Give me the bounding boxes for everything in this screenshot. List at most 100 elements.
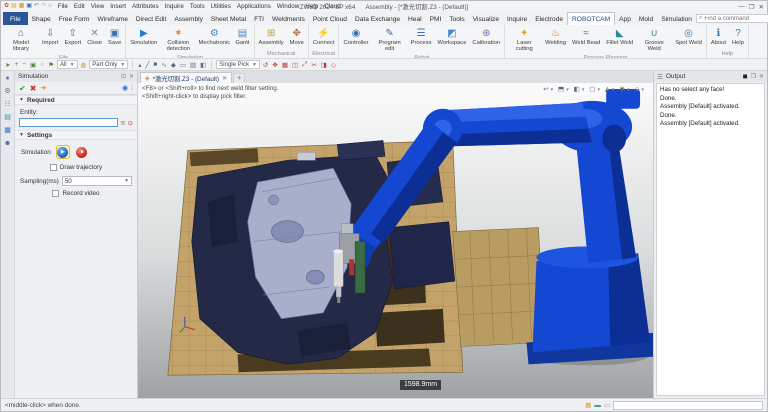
menu-item[interactable]: Inquire bbox=[162, 3, 187, 10]
ribbon-tool-workspace[interactable]: ◩Workspace bbox=[435, 26, 470, 48]
save-quick-icon[interactable]: ▣ bbox=[26, 3, 32, 10]
output-float-icon[interactable]: ❐ bbox=[751, 73, 756, 80]
entity-input[interactable] bbox=[19, 118, 118, 127]
section-view-icon[interactable]: ◭▼ bbox=[605, 85, 615, 93]
ribbon-tool-simulation[interactable]: ▶Simulation bbox=[127, 26, 160, 48]
panel-close-icon[interactable]: ✕ bbox=[129, 73, 134, 80]
filter-dropdown[interactable]: All▼ bbox=[57, 60, 78, 69]
menu-item[interactable]: Utilities bbox=[208, 3, 234, 10]
menu-item[interactable]: Window bbox=[274, 3, 302, 10]
panel-menu-icon[interactable]: ⁞ bbox=[131, 85, 133, 92]
appearance-icon[interactable]: ⬙▼ bbox=[635, 85, 645, 93]
output-menu-icon[interactable]: ☰ bbox=[657, 73, 663, 81]
ribbon-tool-welding[interactable]: ♨Welding bbox=[542, 26, 569, 48]
ribbon-tool-fillet-weld[interactable]: ◣Fillet Weld bbox=[603, 26, 636, 48]
ribbon-tool-mechatronic[interactable]: ⚙Mechatronic bbox=[196, 26, 232, 48]
gallery-manager-icon[interactable]: ▦ bbox=[3, 126, 13, 136]
new-document-tab[interactable]: + bbox=[233, 73, 245, 83]
visibility-icon[interactable]: ◉▼ bbox=[619, 85, 630, 93]
ribbon-tab[interactable]: Mold bbox=[635, 12, 657, 25]
mirror-icon[interactable]: ◫ bbox=[291, 61, 299, 69]
scale-icon[interactable]: ⤢ bbox=[301, 61, 308, 69]
ribbon-tab[interactable]: Free Form bbox=[55, 12, 94, 25]
ok-button[interactable]: ✔ bbox=[19, 84, 26, 93]
cancel-button[interactable]: ✖ bbox=[30, 84, 37, 93]
document-tab[interactable]: ◈ *激光切割.Z3 - (Default) ✕ bbox=[140, 72, 232, 83]
apply-button[interactable]: ➔ bbox=[40, 84, 46, 92]
panel-float-icon[interactable]: ⊡ bbox=[121, 73, 126, 80]
ribbon-tab[interactable]: Electrode bbox=[531, 12, 567, 25]
remove-select-icon[interactable]: − bbox=[21, 61, 27, 69]
wireframe-mode-icon[interactable]: ▢▼ bbox=[589, 85, 601, 93]
sampling-dropdown[interactable]: 50 ▼ bbox=[62, 176, 132, 186]
stop-simulation-button[interactable]: ■ bbox=[75, 145, 89, 159]
viewport-3d-scene[interactable]: <F8> or <Shift+roll> to find next weld f… bbox=[138, 83, 653, 398]
ribbon-tab[interactable]: File bbox=[3, 12, 28, 25]
menu-item[interactable]: Help bbox=[302, 3, 321, 10]
add-select-icon[interactable]: + bbox=[13, 61, 19, 69]
filter-curve-icon[interactable]: ∿ bbox=[160, 61, 167, 69]
ribbon-tool-groove-weld[interactable]: ∪Groove Weld bbox=[636, 26, 672, 54]
tree-manager-icon[interactable]: ☷ bbox=[3, 100, 13, 110]
menu-item[interactable]: Edit bbox=[71, 3, 88, 10]
lasso-select-icon[interactable]: ○ bbox=[39, 61, 45, 69]
output-log[interactable]: Has no select any face!Done.Assembly [De… bbox=[656, 83, 765, 396]
draw-trajectory-checkbox[interactable] bbox=[50, 164, 57, 171]
output-close-icon[interactable]: ✕ bbox=[759, 73, 764, 80]
command-search[interactable]: ⌕ bbox=[696, 14, 768, 23]
ribbon-tab[interactable]: Weldments bbox=[268, 12, 309, 25]
pick-flag-icon[interactable]: ⚑ bbox=[47, 61, 55, 69]
ribbon-tab[interactable]: Shape bbox=[28, 12, 55, 25]
required-section-header[interactable]: ▼ Required bbox=[15, 95, 137, 105]
ribbon-tab[interactable]: Visualize bbox=[469, 12, 503, 25]
ribbon-tool-spot-weld[interactable]: ◎Spot Weld bbox=[672, 26, 705, 48]
scope-globe-icon[interactable]: ◍ bbox=[80, 61, 88, 69]
undo-view-icon[interactable]: ↩▼ bbox=[543, 85, 554, 93]
output-record-icon[interactable]: ◼ bbox=[743, 73, 748, 80]
tab-close-icon[interactable]: ✕ bbox=[222, 75, 227, 82]
mechanism-manager-icon[interactable]: ⚙ bbox=[3, 87, 13, 97]
dynamic-move-icon[interactable]: ✥ bbox=[271, 61, 278, 69]
ribbon-tool-collision-detection[interactable]: ✶Collision detection bbox=[160, 26, 196, 54]
minimize-icon[interactable]: — bbox=[738, 3, 745, 11]
filter-edge-icon[interactable]: ╱ bbox=[145, 61, 151, 69]
menu-item[interactable]: Cloud bbox=[321, 3, 343, 10]
layer-toggle-icon[interactable]: ▬ bbox=[594, 402, 601, 409]
snap-toggle-icon[interactable]: ▭ bbox=[604, 401, 610, 409]
ribbon-tool-model-library[interactable]: ⌂Model library bbox=[3, 26, 39, 54]
ribbon-tab[interactable]: Simulation bbox=[657, 12, 696, 25]
menu-item[interactable]: Insert bbox=[107, 3, 129, 10]
maximize-icon[interactable]: ❐ bbox=[749, 3, 755, 11]
ribbon-tool-calibration[interactable]: ⊕Calibration bbox=[469, 26, 503, 48]
pick-arrow-icon[interactable]: ➤ bbox=[4, 61, 11, 69]
ribbon-tool-connect[interactable]: ⚡Connect bbox=[310, 26, 338, 48]
ribbon-tool-gantt[interactable]: ▤Gantt bbox=[232, 26, 252, 48]
menu-item[interactable]: View bbox=[88, 3, 108, 10]
settings-section-header[interactable]: ▼ Settings bbox=[15, 130, 137, 140]
ribbon-tab[interactable]: Data Exchange bbox=[351, 12, 404, 25]
refresh-icon[interactable]: ○ bbox=[48, 3, 52, 10]
filter-body-icon[interactable]: ▥ bbox=[189, 61, 197, 69]
ribbon-tab[interactable]: Tools bbox=[445, 12, 468, 25]
ribbon-tab[interactable]: ROBOTCAM bbox=[567, 12, 615, 25]
filter-vertex-icon[interactable]: ▴ bbox=[137, 61, 142, 69]
ribbon-tab[interactable]: Assembly bbox=[170, 12, 207, 25]
ribbon-tab[interactable]: Wireframe bbox=[93, 12, 131, 25]
info-icon[interactable]: ◉ bbox=[122, 84, 128, 92]
grid-toggle-icon[interactable]: ▦ bbox=[585, 401, 591, 409]
ribbon-tool-program-edit[interactable]: ✎Program edit bbox=[372, 26, 408, 54]
scope-dropdown[interactable]: Part Only▼ bbox=[89, 60, 128, 69]
user-manager-icon[interactable]: ☻ bbox=[3, 139, 13, 149]
open-file-icon[interactable]: ▦ bbox=[19, 3, 25, 10]
new-file-icon[interactable]: ▤ bbox=[11, 3, 17, 10]
ribbon-tool-save[interactable]: ▣Save bbox=[105, 26, 124, 48]
redo-icon[interactable]: ↷ bbox=[41, 3, 46, 10]
ribbon-tool-process[interactable]: ☰Process bbox=[408, 26, 435, 48]
ribbon-tab[interactable]: Heal bbox=[404, 12, 426, 25]
ribbon-tab[interactable]: Inquire bbox=[503, 12, 531, 25]
undo-icon[interactable]: ↶ bbox=[34, 3, 39, 10]
section-icon[interactable]: ◨ bbox=[320, 61, 328, 69]
ribbon-tool-weld-bead[interactable]: ≈Weld Bead bbox=[569, 26, 603, 48]
ribbon-tab[interactable]: FTI bbox=[250, 12, 268, 25]
menu-item[interactable]: Applications bbox=[234, 3, 274, 10]
